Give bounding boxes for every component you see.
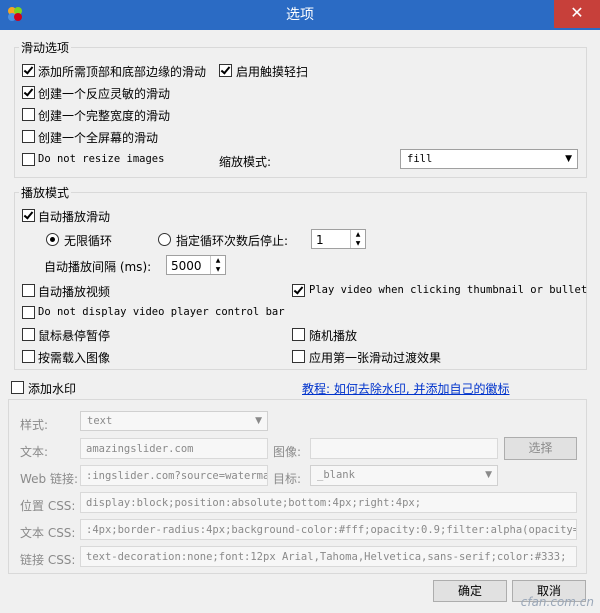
interval-value: 5000 — [171, 259, 202, 273]
hide-controls-checkbox[interactable] — [22, 306, 35, 319]
lazy-load-label: 按需载入图像 — [38, 351, 111, 365]
window-title: 选项 — [286, 7, 314, 23]
play-video-click-checkbox[interactable] — [292, 284, 305, 297]
tutorial-link[interactable]: 教程: 如何去除水印, 并添加自己的徽标 — [302, 380, 510, 397]
first-transition-checkbox[interactable] — [292, 350, 305, 363]
web-link-field[interactable]: :ingslider.com?source=watermark — [80, 465, 268, 486]
interval-label: 自动播放间隔 (ms): — [44, 260, 152, 274]
full-screen-checkbox[interactable] — [22, 130, 35, 143]
position-css-label: 位置 CSS: — [20, 499, 76, 513]
link-css-label: 链接 CSS: — [20, 553, 76, 567]
arrow-down-icon[interactable]: ▼ — [351, 239, 365, 248]
style-label: 样式: — [20, 418, 49, 432]
style-value: text — [87, 415, 113, 427]
web-link-label: Web 链接: — [20, 472, 79, 486]
image-field[interactable] — [310, 438, 498, 459]
options-dialog: 选项 ✕ 滑动选项 添加所需顶部和底部边缘的滑动 启用触摸轻扫 创建一个反应灵敏… — [0, 0, 600, 613]
text-css-field[interactable]: :4px;border-radius:4px;background-color:… — [80, 519, 577, 540]
link-css-value: text-decoration:none;font:12px Arial,Tah… — [86, 551, 567, 563]
full-width-label: 创建一个完整宽度的滑动 — [38, 109, 171, 123]
full-screen-label: 创建一个全屏幕的滑动 — [38, 131, 159, 145]
loop-infinite-radio[interactable] — [46, 233, 59, 246]
scale-mode-label: 缩放模式: — [219, 155, 272, 169]
web-link-value: :ingslider.com?source=watermark — [86, 470, 268, 482]
hide-controls-label: Do not display video player control bar — [38, 306, 285, 318]
touch-swipe-checkbox[interactable] — [219, 64, 232, 77]
no-resize-label: Do not resize images — [38, 153, 165, 165]
responsive-checkbox[interactable] — [22, 86, 35, 99]
touch-swipe-label: 启用触摸轻扫 — [236, 65, 309, 79]
loop-count-value: 1 — [316, 233, 324, 247]
style-select[interactable]: text ▼ — [80, 411, 268, 431]
autoplay-video-checkbox[interactable] — [22, 284, 35, 297]
image-label: 图像: — [273, 445, 302, 459]
autoplay-label: 自动播放滑动 — [38, 210, 111, 224]
site-watermark: cfan.com.cn — [520, 595, 594, 609]
play-mode-label: 播放模式 — [19, 184, 72, 201]
add-edge-scroll-label: 添加所需顶部和底部边缘的滑动 — [38, 65, 207, 79]
target-value: _blank — [317, 469, 355, 481]
chevron-down-icon: ▼ — [565, 154, 572, 164]
arrow-down-icon[interactable]: ▼ — [211, 265, 225, 274]
scale-mode-value: fill — [407, 153, 433, 165]
loop-count-label: 指定循环次数后停止: — [176, 234, 289, 248]
first-transition-label: 应用第一张滑动过渡效果 — [309, 351, 442, 365]
text-field-value: amazingslider.com — [86, 443, 194, 455]
ok-button[interactable]: 确定 — [433, 580, 507, 602]
add-edge-scroll-checkbox[interactable] — [22, 64, 35, 77]
random-play-label: 随机播放 — [309, 329, 358, 343]
arrow-up-icon[interactable]: ▲ — [211, 256, 225, 265]
interval-stepper[interactable]: 5000 ▲ ▼ — [166, 255, 226, 275]
add-watermark-label: 添加水印 — [28, 382, 77, 396]
pause-hover-checkbox[interactable] — [22, 328, 35, 341]
choose-button[interactable]: 选择 — [504, 437, 577, 460]
arrow-up-icon[interactable]: ▲ — [351, 230, 365, 239]
play-video-click-label: Play video when clicking thumbnail or bu… — [309, 284, 588, 296]
position-css-value: display:block;position:absolute;bottom:4… — [86, 497, 422, 509]
close-icon: ✕ — [570, 3, 584, 22]
add-watermark-checkbox[interactable] — [11, 381, 24, 394]
loop-count-radio[interactable] — [158, 233, 171, 246]
lazy-load-checkbox[interactable] — [22, 350, 35, 363]
responsive-label: 创建一个反应灵敏的滑动 — [38, 87, 171, 101]
chevron-down-icon: ▼ — [255, 416, 262, 426]
close-button[interactable]: ✕ — [554, 0, 600, 28]
stepper-buttons[interactable]: ▲ ▼ — [210, 256, 225, 274]
link-css-field[interactable]: text-decoration:none;font:12px Arial,Tah… — [80, 546, 577, 567]
text-field[interactable]: amazingslider.com — [80, 438, 268, 459]
loop-infinite-label: 无限循环 — [64, 234, 113, 248]
target-select[interactable]: _blank ▼ — [310, 465, 498, 486]
random-play-checkbox[interactable] — [292, 328, 305, 341]
stepper-buttons[interactable]: ▲ ▼ — [350, 230, 365, 248]
no-resize-checkbox[interactable] — [22, 153, 35, 166]
scale-mode-select[interactable]: fill ▼ — [400, 149, 578, 169]
autoplay-video-label: 自动播放视频 — [38, 285, 111, 299]
text-css-label: 文本 CSS: — [20, 526, 76, 540]
title-bar: 选项 ✕ — [0, 0, 600, 30]
pause-hover-label: 鼠标悬停暂停 — [38, 329, 111, 343]
text-label: 文本: — [20, 445, 49, 459]
loop-count-stepper[interactable]: 1 ▲ ▼ — [311, 229, 366, 249]
chevron-down-icon: ▼ — [485, 470, 492, 480]
position-css-field[interactable]: display:block;position:absolute;bottom:4… — [80, 492, 577, 513]
slide-options-label: 滑动选项 — [19, 39, 72, 56]
target-label: 目标: — [273, 472, 302, 486]
full-width-checkbox[interactable] — [22, 108, 35, 121]
autoplay-checkbox[interactable] — [22, 209, 35, 222]
text-css-value: :4px;border-radius:4px;background-color:… — [86, 524, 577, 536]
